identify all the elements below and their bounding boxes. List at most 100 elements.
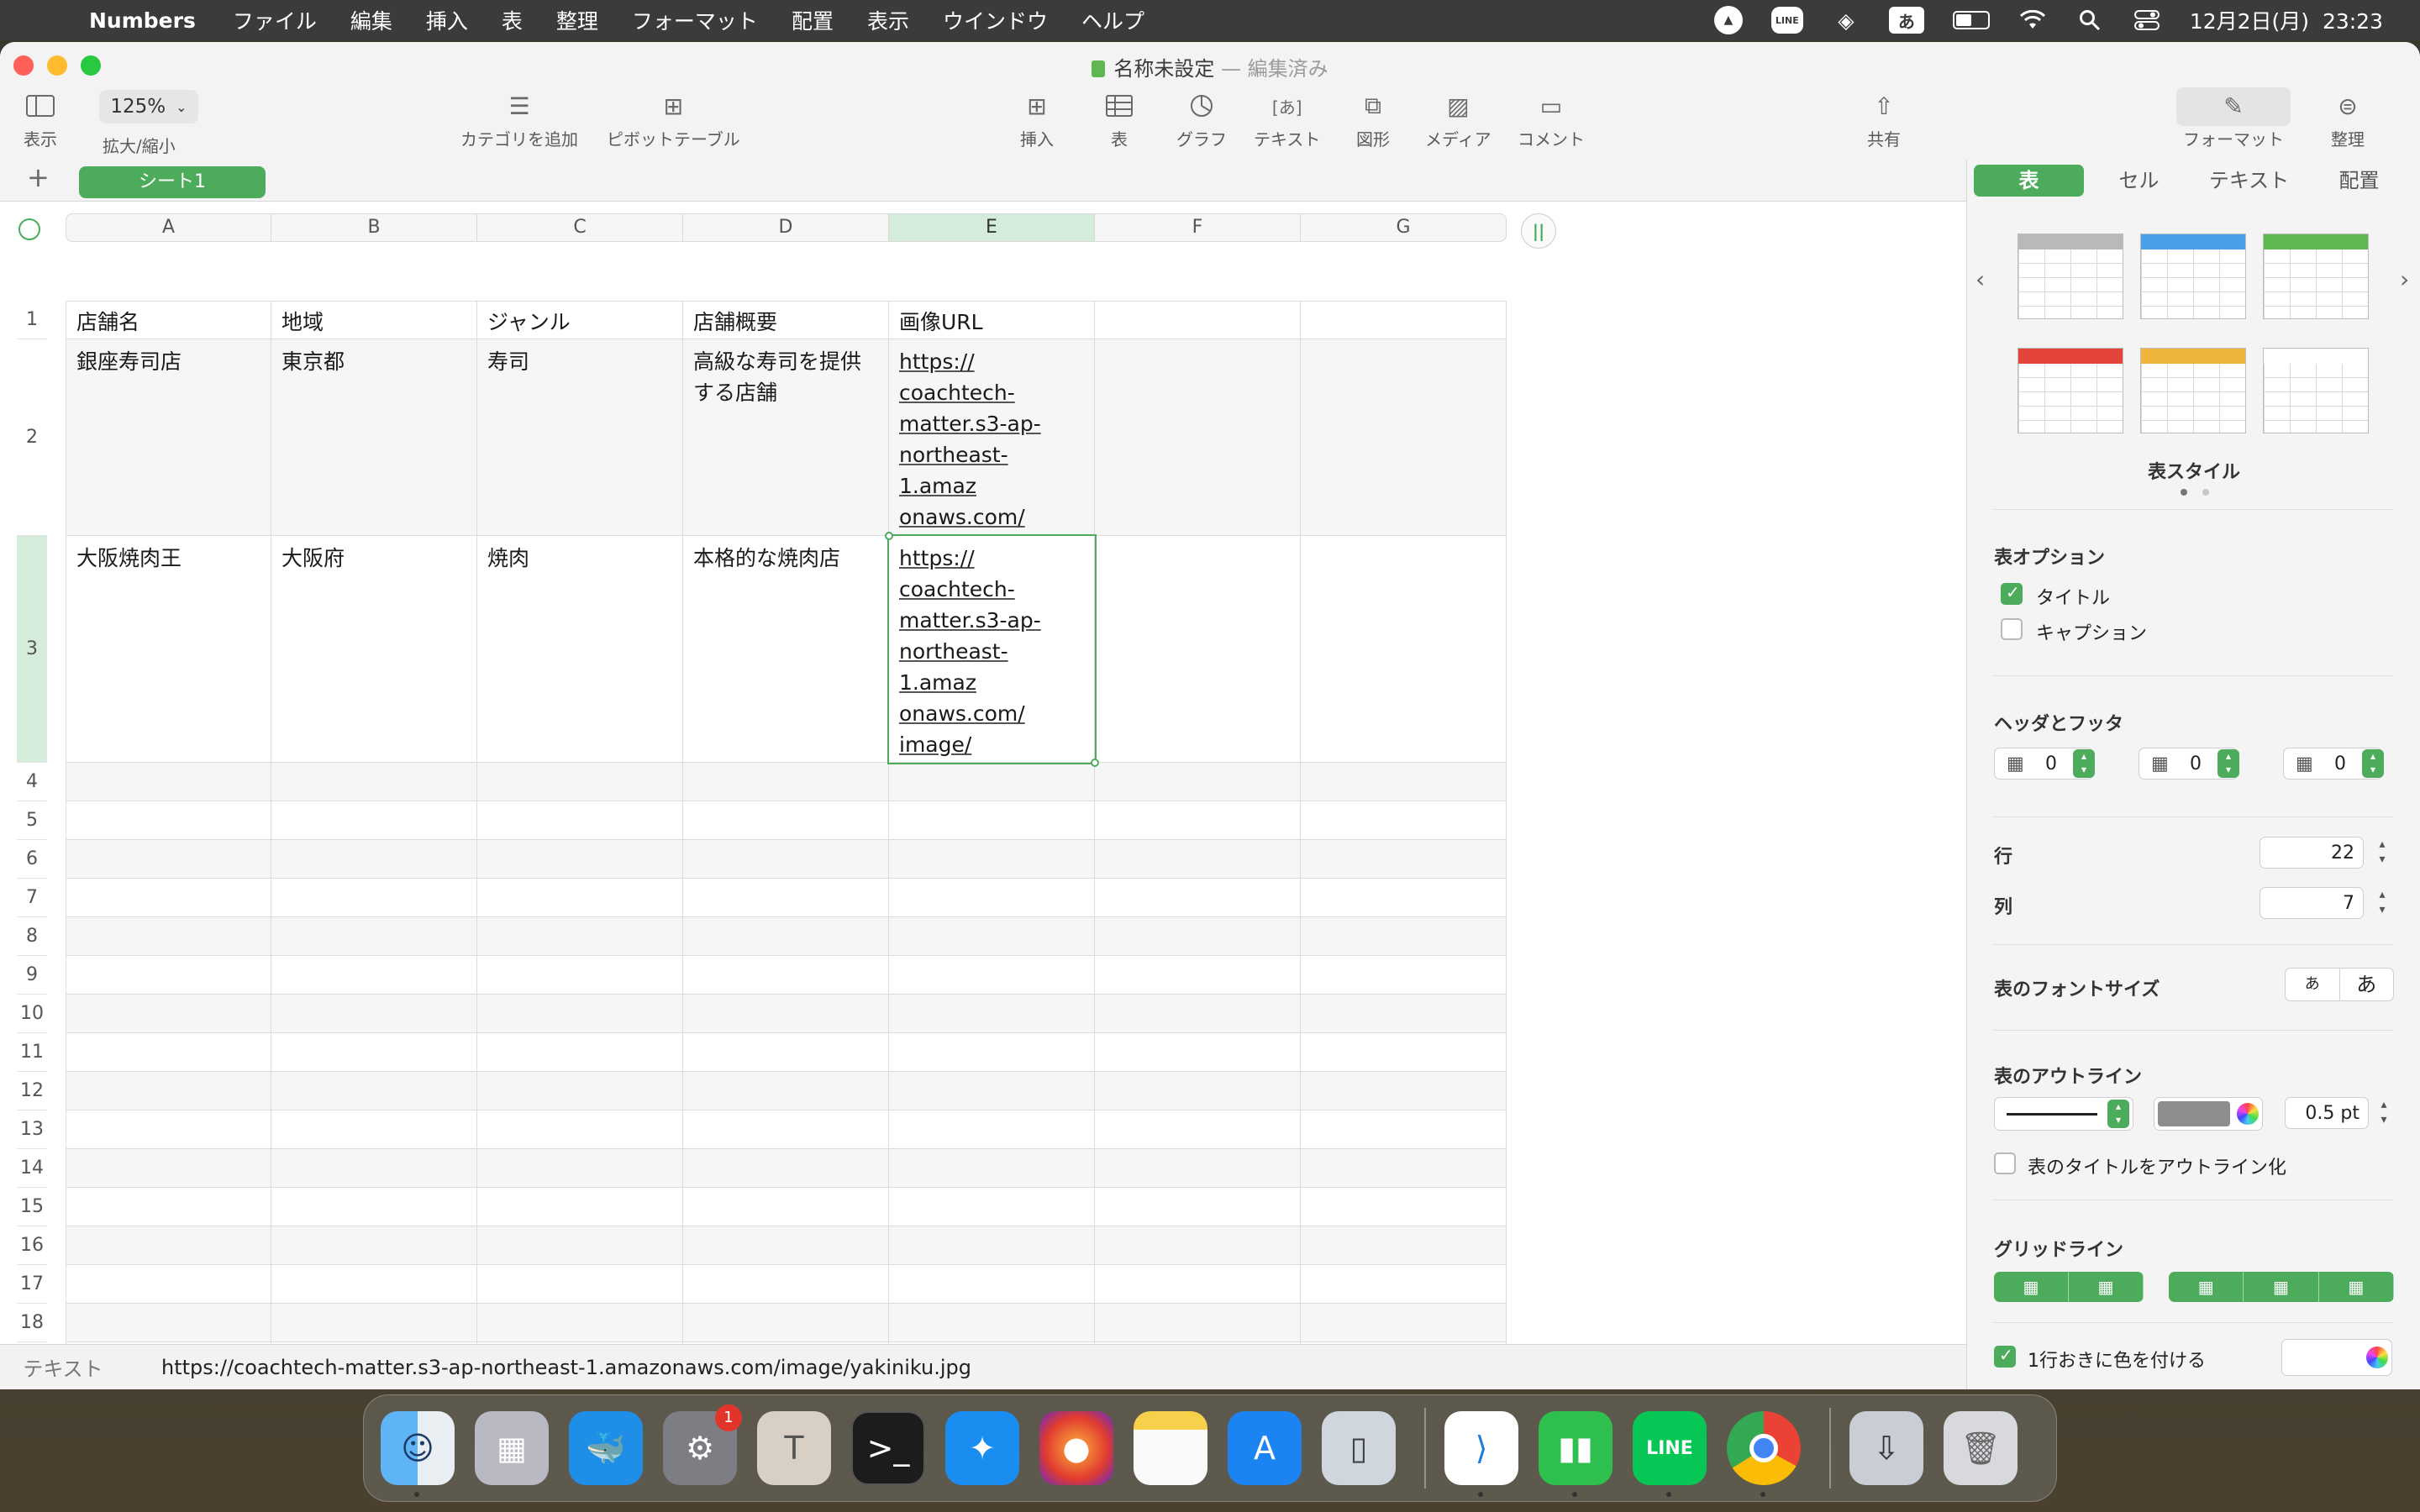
cell-g3[interactable]	[1301, 536, 1507, 763]
columns-stepper[interactable]: ▴ ▾	[2374, 887, 2391, 921]
cell-f15[interactable]	[1095, 1188, 1301, 1226]
row-header-7[interactable]: 7	[17, 879, 47, 917]
cell-e8[interactable]	[889, 917, 1095, 956]
cell-g12[interactable]	[1301, 1072, 1507, 1110]
organize-button[interactable]: ⊜ 整理	[2331, 89, 2365, 150]
cell-b1[interactable]: 地域	[271, 301, 477, 339]
row-header-8[interactable]: 8	[17, 917, 47, 956]
comment-button[interactable]: ▭ コメント	[1518, 89, 1585, 150]
chrome-icon[interactable]	[1727, 1411, 1801, 1497]
cell-a3[interactable]: 大阪焼肉王	[66, 536, 271, 763]
add-sheet-button[interactable]: +	[27, 161, 50, 193]
cell-a8[interactable]	[66, 917, 271, 956]
cell-c13[interactable]	[477, 1110, 683, 1149]
cell-c3[interactable]: 焼肉	[477, 536, 683, 763]
cell-e16[interactable]	[889, 1226, 1095, 1265]
cell-e13[interactable]	[889, 1110, 1095, 1149]
font-larger-button[interactable]: あ	[2340, 969, 2394, 1000]
table-style-option[interactable]	[2140, 348, 2246, 433]
cell-c17[interactable]	[477, 1265, 683, 1304]
cell-f12[interactable]	[1095, 1072, 1301, 1110]
select-table-handle[interactable]	[18, 218, 40, 240]
column-header-e[interactable]: E	[889, 213, 1095, 242]
cell-e14[interactable]	[889, 1149, 1095, 1188]
terminal-icon[interactable]: >_	[851, 1411, 925, 1485]
cell-c4[interactable]	[477, 763, 683, 801]
row-header-17[interactable]: 17	[17, 1265, 47, 1304]
table-style-option[interactable]	[2263, 348, 2369, 433]
cell-a5[interactable]	[66, 801, 271, 840]
page-dot-active[interactable]	[2181, 489, 2187, 496]
typora-icon[interactable]: T	[757, 1411, 831, 1485]
menu-placement[interactable]: 配置	[792, 5, 834, 35]
wifi-icon[interactable]	[2018, 7, 2047, 34]
cell-e5[interactable]	[889, 801, 1095, 840]
view-toolbar-button[interactable]: 表示	[24, 89, 57, 150]
cell-c11[interactable]	[477, 1033, 683, 1072]
cell-g9[interactable]	[1301, 956, 1507, 995]
table-style-option[interactable]	[2018, 348, 2123, 433]
cell-b10[interactable]	[271, 995, 477, 1033]
header-cols-stepper[interactable]: ▴ ▾	[2217, 749, 2239, 778]
color-wheel-icon[interactable]	[2366, 1347, 2388, 1368]
cell-g6[interactable]	[1301, 840, 1507, 879]
cell-a2[interactable]: 銀座寿司店	[66, 339, 271, 536]
cell-a7[interactable]	[66, 879, 271, 917]
cell-a14[interactable]	[66, 1149, 271, 1188]
outline-title-checkbox[interactable]	[1994, 1152, 2016, 1174]
app-store-icon[interactable]: A	[1228, 1411, 1302, 1485]
color-wheel-icon[interactable]	[2237, 1103, 2259, 1125]
add-column-handle[interactable]: ||	[1521, 213, 1556, 249]
system-settings-icon[interactable]: ⚙ 1	[663, 1404, 742, 1485]
cell-f1[interactable]	[1095, 301, 1301, 339]
column-header-g[interactable]: G	[1301, 213, 1507, 242]
tab-cell[interactable]: セル	[2084, 165, 2194, 197]
cell-g5[interactable]	[1301, 801, 1507, 840]
cell-g10[interactable]	[1301, 995, 1507, 1033]
cell-g18[interactable]	[1301, 1304, 1507, 1342]
tab-arrange[interactable]: 配置	[2304, 165, 2414, 197]
cell-e7[interactable]	[889, 879, 1095, 917]
outline-width-stepper[interactable]: ▴ ▾	[2375, 1097, 2392, 1131]
gridlines-horizontal-button[interactable]: ▦	[1994, 1272, 2069, 1302]
gridlines-body-h-button[interactable]: ▦	[2169, 1272, 2244, 1302]
zoom-dropdown[interactable]: 125% ⌄	[99, 90, 198, 123]
gridlines-body-v-button[interactable]: ▦	[2244, 1272, 2319, 1302]
caption-checkbox[interactable]	[2001, 618, 2023, 640]
battery-icon[interactable]	[1952, 11, 1990, 29]
cell-g15[interactable]	[1301, 1188, 1507, 1226]
cell-d4[interactable]	[683, 763, 889, 801]
cell-d16[interactable]	[683, 1226, 889, 1265]
cell-g4[interactable]	[1301, 763, 1507, 801]
row-header-5[interactable]: 5	[17, 801, 47, 840]
cell-f5[interactable]	[1095, 801, 1301, 840]
cell-f18[interactable]	[1095, 1304, 1301, 1342]
cell-a9[interactable]	[66, 956, 271, 995]
vscode-icon[interactable]: ⟩	[1444, 1411, 1518, 1497]
row-header-10[interactable]: 10	[17, 995, 47, 1033]
sheet-canvas[interactable]: ABCDEFG || 12345678910111213141516171819…	[0, 202, 1966, 1369]
cell-d14[interactable]	[683, 1149, 889, 1188]
alternate-row-color-well[interactable]	[2281, 1339, 2392, 1376]
docker-icon[interactable]: 🐳	[569, 1411, 643, 1485]
row-header-12[interactable]: 12	[17, 1072, 47, 1110]
control-center-icon[interactable]	[2133, 7, 2161, 34]
menu-arrange[interactable]: 整理	[556, 5, 598, 35]
column-header-b[interactable]: B	[271, 213, 477, 242]
cell-d18[interactable]	[683, 1304, 889, 1342]
cell-c1[interactable]: ジャンル	[477, 301, 683, 339]
cell-e4[interactable]	[889, 763, 1095, 801]
menu-view[interactable]: 表示	[867, 5, 909, 35]
tab-text[interactable]: テキスト	[2194, 165, 2304, 197]
menubar-clock[interactable]: 12月2日(月) 23:23	[2190, 5, 2383, 35]
cell-d13[interactable]	[683, 1110, 889, 1149]
cell-e6[interactable]	[889, 840, 1095, 879]
cell-b12[interactable]	[271, 1072, 477, 1110]
cell-c15[interactable]	[477, 1188, 683, 1226]
cell-d12[interactable]	[683, 1072, 889, 1110]
cell-g11[interactable]	[1301, 1033, 1507, 1072]
cell-e17[interactable]	[889, 1265, 1095, 1304]
menu-help[interactable]: ヘルプ	[1081, 5, 1144, 35]
cell-g17[interactable]	[1301, 1265, 1507, 1304]
row-header-11[interactable]: 11	[17, 1033, 47, 1072]
